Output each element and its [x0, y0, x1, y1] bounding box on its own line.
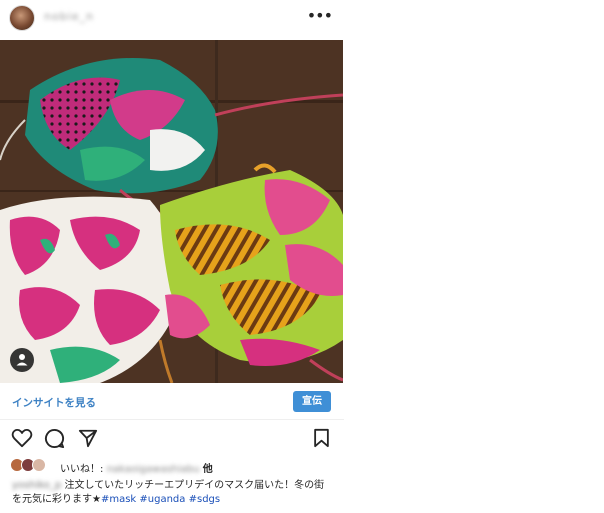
comment-icon[interactable] — [44, 428, 65, 453]
view-insights-link[interactable]: インサイトを見る — [12, 395, 96, 410]
tagged-user-icon[interactable] — [10, 348, 34, 372]
post-actions — [0, 426, 344, 452]
likes-others[interactable]: 他 — [203, 464, 213, 475]
hashtag-sdgs[interactable]: #sdgs — [189, 494, 221, 505]
hashtag-mask[interactable]: #mask — [101, 494, 136, 505]
insights-bar: インサイトを見る 宣伝 — [0, 384, 344, 420]
promote-button[interactable]: 宣伝 — [293, 391, 331, 412]
post-image[interactable] — [0, 40, 343, 383]
likes-summary: いいね！: nakaoigawashiabu 他 — [10, 458, 340, 476]
liker-username[interactable]: nakaoigawashiabu — [107, 464, 200, 475]
heart-icon[interactable] — [11, 428, 33, 452]
avatar[interactable] — [9, 5, 35, 31]
username[interactable]: nobie_n — [44, 10, 94, 23]
more-options-icon[interactable]: ••• — [307, 8, 333, 24]
caption-username[interactable]: yoshiko_p — [12, 480, 61, 491]
post-header: nobie_n ••• — [0, 0, 344, 38]
likes-text[interactable]: いいね！: nakaoigawashiabu 他 — [60, 460, 213, 475]
hashtag-uganda[interactable]: #uganda — [139, 494, 185, 505]
masks-photo-illustration — [0, 40, 343, 383]
caption-text-line1: 注文していたリッチーエプリデイのマスク届いた！冬の街 — [61, 480, 325, 491]
share-icon[interactable] — [78, 428, 98, 452]
likes-prefix: いいね！: — [60, 464, 104, 475]
caption-text-line2: を元気に彩ります★ — [12, 494, 101, 505]
bookmark-icon[interactable] — [313, 428, 330, 452]
liker-avatar[interactable] — [32, 458, 46, 472]
instagram-post: nobie_n ••• インサイトを見る 宣伝 いいね！: nakaoigawa… — [0, 0, 344, 513]
post-caption: yoshiko_p 注文していたリッチーエプリデイのマスク届いた！冬の街 を元気… — [12, 479, 337, 507]
